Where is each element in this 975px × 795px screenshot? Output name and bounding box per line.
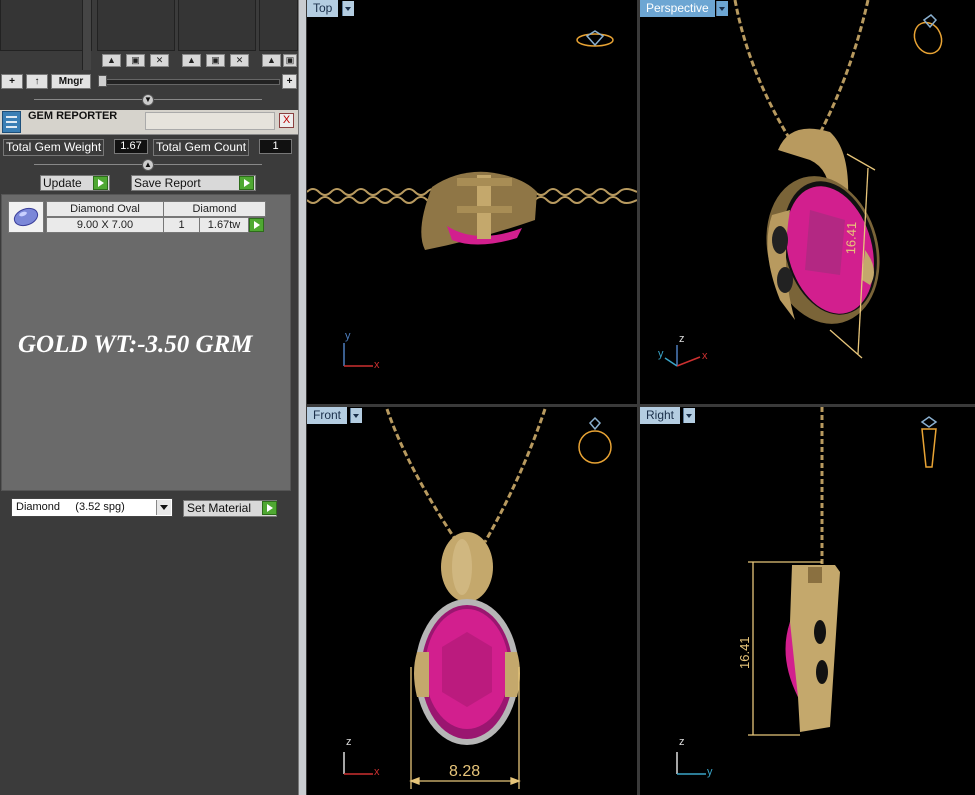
- gem-weight-cell: 1.67tw: [199, 217, 249, 233]
- manager-button[interactable]: Mngr: [51, 74, 91, 89]
- viewport-top[interactable]: y x Top: [307, 0, 637, 404]
- table-header-material: Diamond: [163, 201, 266, 217]
- total-gem-count-value: 1: [259, 139, 292, 154]
- zoom-slider-track[interactable]: [98, 79, 280, 85]
- material-select[interactable]: Diamond (3.52 spg): [11, 498, 173, 517]
- gem-size-cell: 9.00 X 7.00: [46, 217, 164, 233]
- axis-y-label: y: [707, 766, 713, 778]
- play-icon: [93, 176, 108, 190]
- total-gem-count-label: Total Gem Count: [153, 139, 250, 156]
- gold-weight-text: GOLD WT:-3.50 GRM: [18, 331, 253, 358]
- gem-reporter-title: GEM REPORTER: [28, 110, 118, 122]
- viewport-label-front[interactable]: Front: [307, 407, 348, 424]
- set-material-button[interactable]: Set Material: [183, 500, 277, 517]
- panel-splitter[interactable]: [298, 0, 306, 795]
- material-selected-value: Diamond (3.52 spg): [16, 501, 125, 513]
- axis-y-label: y: [345, 330, 351, 342]
- axis-x-label: x: [702, 350, 708, 362]
- dimension-label: 16.41: [843, 221, 860, 255]
- play-icon: [239, 176, 254, 190]
- update-label: Update: [43, 176, 82, 190]
- axis-y-label: y: [658, 348, 664, 360]
- report-icon: [2, 111, 21, 133]
- move-up-button[interactable]: ▲: [182, 54, 201, 67]
- move-up-button[interactable]: ▲: [102, 54, 121, 67]
- viewport-menu-chevron-down-icon[interactable]: [716, 1, 728, 16]
- dimension-label: 8.28: [449, 763, 481, 780]
- viewport-menu-chevron-down-icon[interactable]: [342, 1, 354, 16]
- collapse-arrow-icon[interactable]: ▲: [142, 159, 154, 171]
- viewport-label-top[interactable]: Top: [307, 0, 339, 17]
- axis-x-label: x: [374, 359, 380, 371]
- header-field: [145, 112, 275, 130]
- save-thumb-button[interactable]: ▣: [283, 54, 297, 67]
- viewport-label-right[interactable]: Right: [640, 407, 681, 424]
- play-icon[interactable]: [249, 218, 264, 232]
- gem-thumbnail-oval-icon[interactable]: [8, 201, 44, 233]
- axis-z-label: z: [346, 736, 352, 748]
- thumb-scrollbar[interactable]: [82, 0, 91, 70]
- collapse-arrow-icon[interactable]: ▼: [142, 94, 154, 106]
- save-report-button[interactable]: Save Report: [131, 175, 256, 191]
- thumbnail-slot[interactable]: [97, 0, 175, 51]
- zoom-slider-handle[interactable]: [98, 75, 107, 87]
- dimension-label: 16.41: [737, 636, 752, 669]
- viewport-perspective[interactable]: 16.41 z x y Perspective: [640, 0, 975, 404]
- close-icon[interactable]: X: [279, 113, 294, 128]
- play-icon: [262, 501, 277, 515]
- viewport-menu-chevron-down-icon[interactable]: [350, 408, 362, 423]
- move-up-button[interactable]: ▲: [262, 54, 281, 67]
- update-button[interactable]: Update: [40, 175, 110, 191]
- delete-thumb-button[interactable]: ✕: [230, 54, 249, 67]
- save-thumb-button[interactable]: ▣: [126, 54, 145, 67]
- up-arrow-button[interactable]: ↑: [26, 74, 48, 89]
- axis-z-label: z: [679, 736, 685, 748]
- viewport-front[interactable]: 8.28 z x Front: [307, 407, 637, 795]
- thumbnail-slot[interactable]: [178, 0, 256, 51]
- add-right-button[interactable]: +: [282, 74, 297, 89]
- total-gem-weight-label: Total Gem Weight: [3, 139, 105, 156]
- add-button[interactable]: +: [1, 74, 23, 89]
- set-material-label: Set Material: [187, 501, 252, 515]
- axis-x-label: x: [374, 766, 380, 778]
- viewport-menu-chevron-down-icon[interactable]: [683, 408, 695, 423]
- total-gem-weight-value: 1.67: [114, 139, 148, 154]
- thumbnail-slot[interactable]: [259, 0, 298, 51]
- thumbnail-slot[interactable]: [0, 0, 92, 51]
- axis-z-label: z: [679, 333, 685, 345]
- viewport-label-perspective[interactable]: Perspective: [640, 0, 715, 17]
- delete-thumb-button[interactable]: ✕: [150, 54, 169, 67]
- gem-reporter-header: GEM REPORTER X: [0, 110, 298, 135]
- gem-count-cell: 1: [163, 217, 200, 233]
- save-report-label: Save Report: [134, 176, 201, 190]
- table-header-shape: Diamond Oval: [46, 201, 164, 217]
- save-thumb-button[interactable]: ▣: [206, 54, 225, 67]
- left-panel: ▲ ▣ ✕ ▲ ▣ ✕ ▲ ▣ + ↑ Mngr + ▼ GEM REPORTE…: [0, 0, 298, 795]
- chevron-down-icon[interactable]: [156, 500, 171, 515]
- viewport-right[interactable]: 16.41 z y Right: [640, 407, 975, 795]
